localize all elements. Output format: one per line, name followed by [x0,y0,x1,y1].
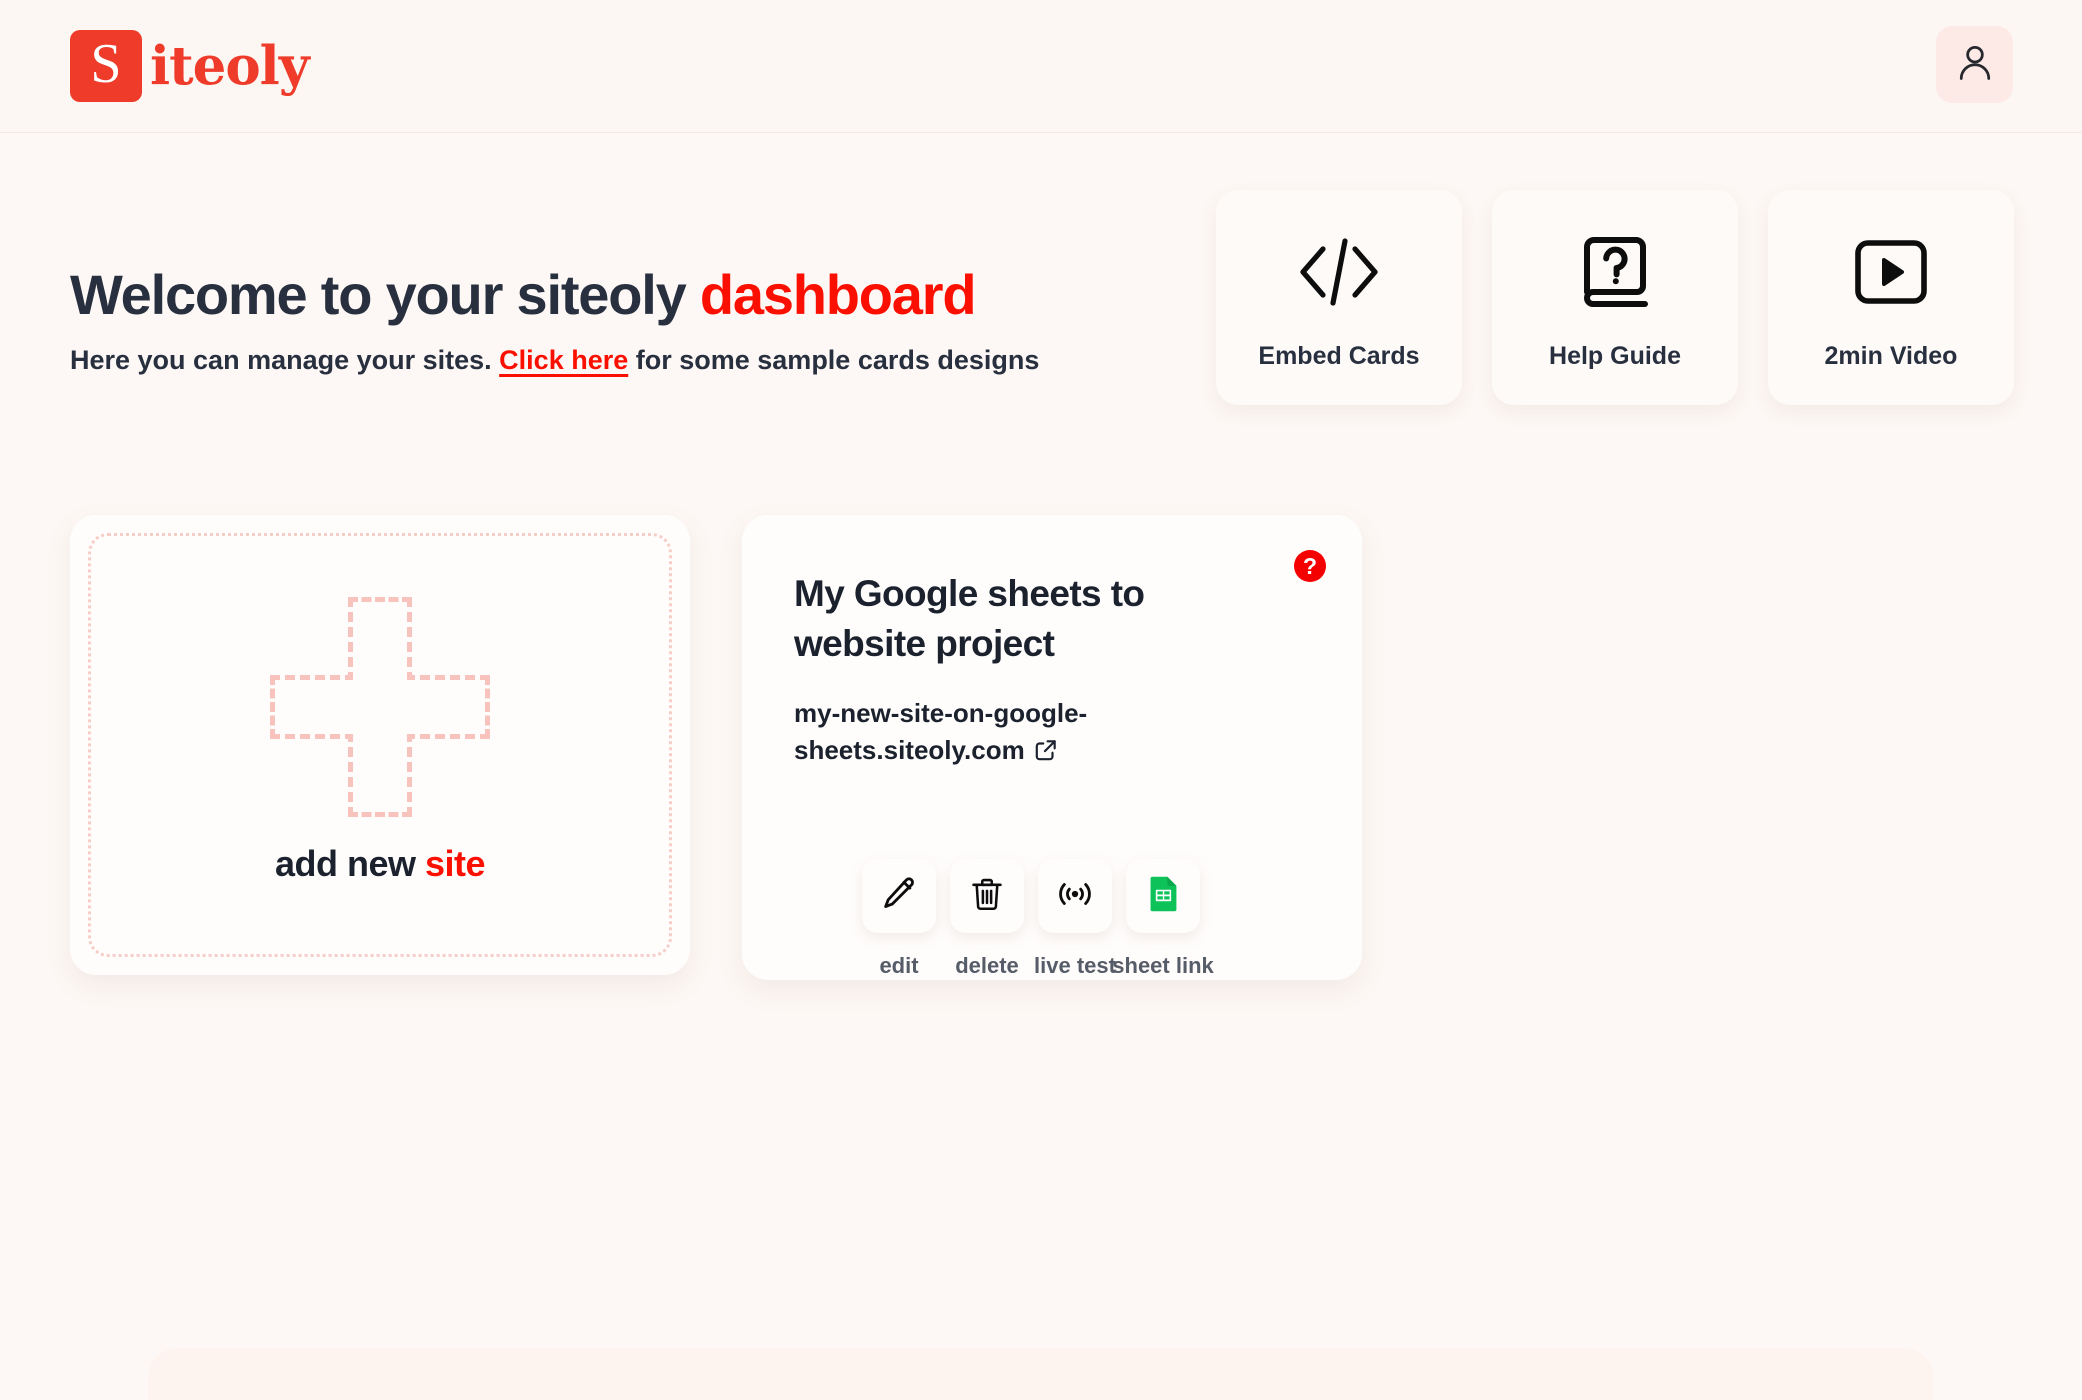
subtitle-text-after: for some sample cards designs [628,344,1040,375]
page-subtitle: Here you can manage your sites. Click he… [70,345,1039,376]
siteoly-logo[interactable]: S iteoly [70,30,310,102]
shortcut-card-help-guide[interactable]: Help Guide [1492,190,1738,405]
book-question-icon [1575,224,1655,320]
page-title: Welcome to your siteoly dashboard [70,263,1039,326]
site-action-live-test[interactable]: live test [1034,859,1116,979]
site-action-sheet-link[interactable]: sheet link [1112,859,1214,979]
app-header: S iteoly [0,0,2082,133]
site-action-delete[interactable]: delete [950,859,1024,979]
page-title-accent: dashboard [699,263,977,326]
action-label: sheet link [1112,953,1214,978]
welcome-block: Welcome to your siteoly dashboard Here y… [70,263,1039,376]
logo-mark-icon: S [70,30,142,102]
google-sheets-icon [1140,871,1186,922]
shortcut-card-embed-cards[interactable]: Embed Cards [1216,190,1462,405]
shortcut-label: 2min Video [1824,342,1958,370]
logo-wordmark: iteoly [150,34,310,97]
sample-cards-link[interactable]: Click here [499,345,628,375]
add-new-site-card[interactable]: add new site [70,515,690,975]
code-brackets-icon [1293,224,1385,320]
pencil-icon [879,874,919,919]
sheet-link-button[interactable] [1126,859,1200,933]
live-test-button[interactable] [1038,859,1112,933]
user-icon [1953,40,1997,89]
subtitle-text-before: Here you can manage your sites. [70,344,500,375]
sites-grid: add new site ? My Google sheets to websi… [70,515,1362,980]
action-label: edit [879,953,919,978]
shortcut-label: Embed Cards [1258,342,1420,370]
add-label-accent: site [424,843,486,884]
shortcut-label: Help Guide [1549,342,1681,370]
account-avatar-button[interactable] [1936,26,2013,103]
trash-icon [968,875,1006,918]
broadcast-icon [1055,874,1095,919]
delete-button[interactable] [950,859,1024,933]
add-card-dotted-frame: add new site [88,533,672,957]
add-label-main: add new [274,843,425,884]
site-card-wrapper: ? My Google sheets to website project my… [742,515,1362,980]
edit-button[interactable] [862,859,936,933]
shortcut-card-2min-video[interactable]: 2min Video [1768,190,2014,405]
site-action-edit[interactable]: edit [862,859,936,979]
shortcut-cards: Embed Cards Help Guide 2min Video [1216,190,2014,405]
action-label: live test [1034,953,1116,978]
play-video-icon [1848,224,1934,320]
plus-icon [270,597,490,817]
dashboard-main: Welcome to your siteoly dashboard Here y… [0,133,2082,1400]
footer-panel [148,1348,1934,1400]
external-link-icon[interactable] [1033,736,1059,773]
site-url-link[interactable]: my-new-site-on-google-sheets.siteoly.com [794,695,1124,773]
site-help-badge[interactable]: ? [1294,550,1326,582]
page-title-main: Welcome to your siteoly [70,263,700,326]
site-actions: edit delete live test sheet link [862,859,1214,979]
add-new-site-label: add new site [274,843,486,885]
action-label: delete [955,953,1019,978]
site-title: My Google sheets to website project [794,573,1145,664]
